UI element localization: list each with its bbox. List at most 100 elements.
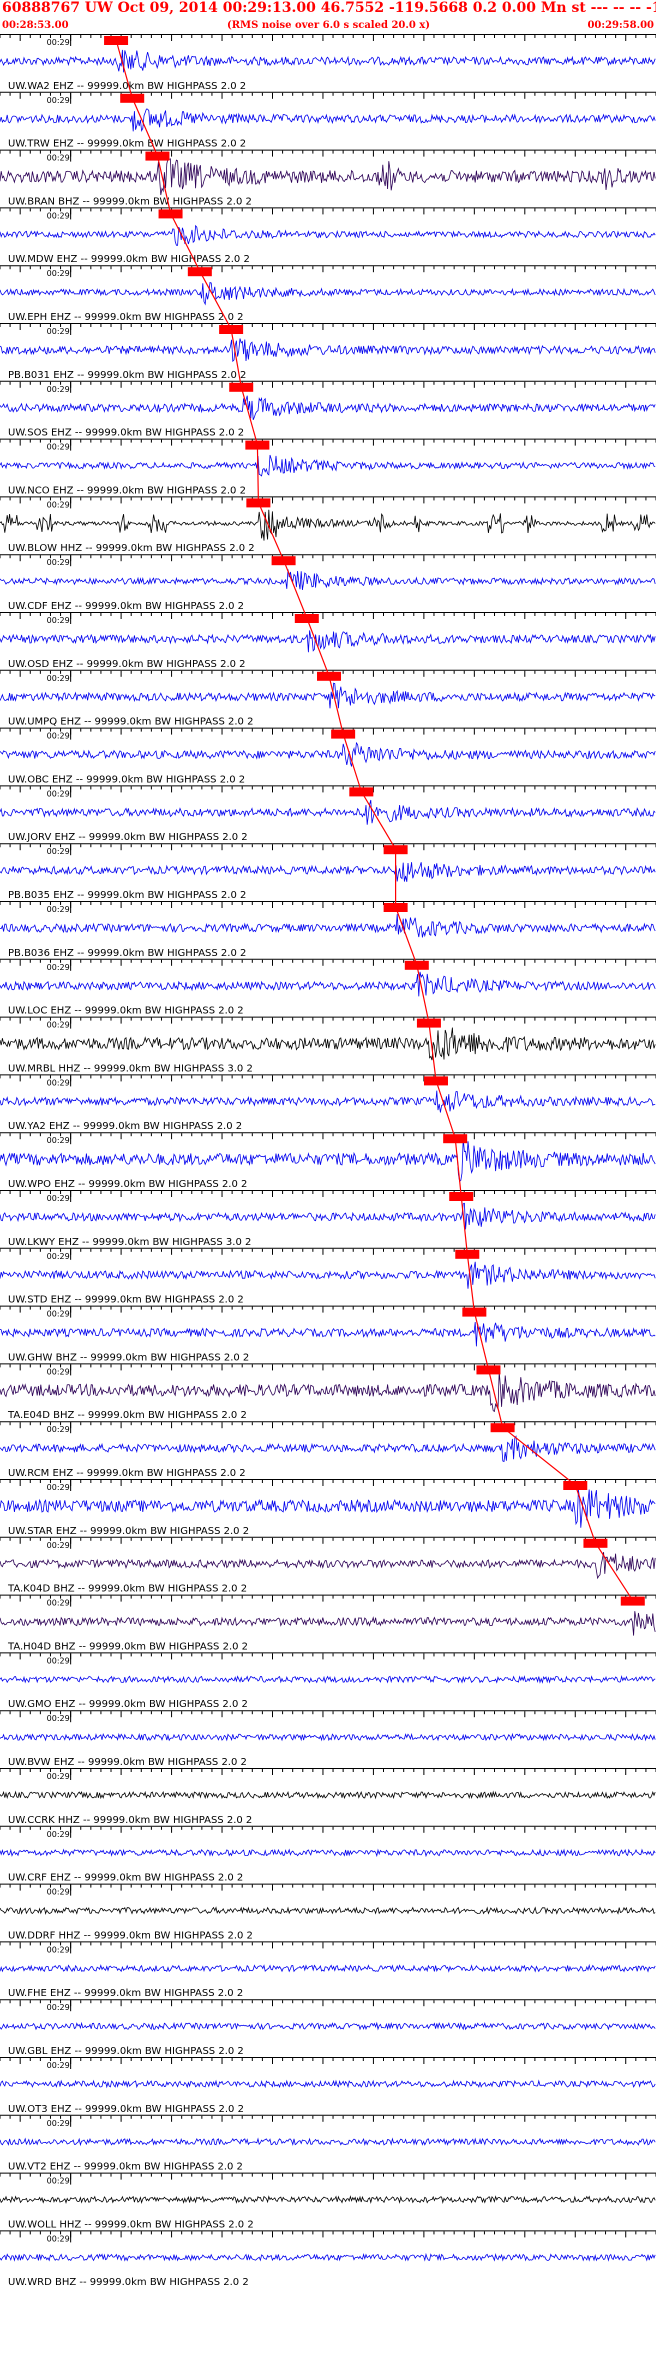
trace-ta-e04d: 00:29 TA.E04D BHZ -- 99999.0km BW HIGHPAS… <box>0 1363 656 1421</box>
trace-uw-loc: 00:29 UW.LOC EHZ -- 99999.0km BW HIGHPASS… <box>0 958 656 1017</box>
waveform <box>0 630 656 653</box>
minute-marker-label: 00:29 <box>47 96 70 105</box>
waveform <box>0 1489 656 1528</box>
minute-marker-label: 00:29 <box>47 269 70 278</box>
trace-uw-blow: 00:29 UW.BLOW HHZ -- 99999.0km BW HIGHPAS… <box>0 496 656 554</box>
minute-marker-label: 00:29 <box>47 674 70 683</box>
waveform <box>0 1261 656 1289</box>
trace-uw-std: 00:29 UW.STD EHZ -- 99999.0km BW HIGHPASS… <box>0 1247 656 1306</box>
station-label: UW.WPO EHZ -- 99999.0km BW HIGHPASS 2.0 … <box>8 1179 247 1190</box>
minute-marker-label: 00:29 <box>47 154 70 163</box>
trace-uw-bvw: 00:29 UW.BVW EHZ -- 99999.0km BW HIGHPASS… <box>0 1710 656 1768</box>
waveform <box>0 157 656 196</box>
minute-marker-label: 00:29 <box>47 1772 70 1781</box>
trace-uw-osd: 00:29 UW.OSD EHZ -- 99999.0km BW HIGHPASS… <box>0 612 656 670</box>
minute-marker-label: 00:29 <box>47 1078 70 1087</box>
waveform <box>0 1790 656 1800</box>
waveform <box>0 1202 656 1230</box>
trace-uw-umpq: 00:29 UW.UMPQ EHZ -- 99999.0km BW HIGHPAS… <box>0 669 656 728</box>
trace-uw-fhe: 00:29 UW.FHE EHZ -- 99999.0km BW HIGHPASS… <box>0 1941 656 1999</box>
minute-marker-label: 00:29 <box>47 327 70 336</box>
station-label: UW.VT2 EHZ -- 99999.0km BW HIGHPASS 2.0 … <box>8 2162 243 2173</box>
minute-marker-label: 00:29 <box>47 1252 70 1261</box>
event-title: 60888767 UW Oct 09, 2014 00:29:13.00 46.… <box>2 0 656 16</box>
minute-marker-label: 00:29 <box>47 1136 70 1145</box>
trace-uw-mdw: 00:29 UW.MDW EHZ -- 99999.0km BW HIGHPASS… <box>0 207 656 265</box>
station-label: UW.WOLL HHZ -- 99999.0km BW HIGHPASS 2.0… <box>8 2219 254 2230</box>
minute-marker-label: 00:29 <box>47 1194 70 1203</box>
waveform <box>0 1963 656 1973</box>
waveform <box>0 569 656 591</box>
minute-marker-label: 00:29 <box>47 1714 70 1723</box>
minute-marker-label: 00:29 <box>47 558 70 567</box>
trace-uw-crf: 00:29 UW.CRF EHZ -- 99999.0km BW HIGHPASS… <box>0 1825 656 1884</box>
station-label: UW.WRD BHZ -- 99999.0km BW HIGHPASS 2.0 … <box>8 2277 249 2288</box>
station-label: UW.GHW BHZ -- 99999.0km BW HIGHPASS 2.0 … <box>8 1352 249 1363</box>
minute-marker-label: 00:29 <box>47 732 70 741</box>
waveform <box>0 1552 656 1580</box>
waveform <box>0 799 656 825</box>
minute-marker-label: 00:29 <box>47 2119 70 2128</box>
waveform <box>0 2021 656 2031</box>
station-label: UW.WA2 EHZ -- 99999.0km BW HIGHPASS 2.0 … <box>8 81 246 92</box>
waveform <box>0 1611 656 1636</box>
minute-marker-label: 00:29 <box>47 1367 70 1376</box>
station-label: UW.DDRF HHZ -- 99999.0km BW HIGHPASS 2.0… <box>8 1930 253 1941</box>
minute-marker-label: 00:29 <box>47 1656 70 1665</box>
waveform <box>0 108 656 133</box>
trace-uw-trw: 00:29 UW.TRW EHZ -- 99999.0km BW HIGHPASS… <box>0 91 656 150</box>
trace-uw-wrd: 00:29 UW.WRD BHZ -- 99999.0km BW HIGHPASS… <box>0 2230 656 2288</box>
trace-uw-bran: 00:29 UW.BRAN BHZ -- 99999.0km BW HIGHPAS… <box>0 149 656 207</box>
waveform <box>0 1371 656 1413</box>
waveform <box>0 1321 656 1347</box>
station-label: UW.OSD EHZ -- 99999.0km BW HIGHPASS 2.0 … <box>8 659 246 670</box>
station-label: UW.OT3 EHZ -- 99999.0km BW HIGHPASS 2.0 … <box>8 2104 244 2115</box>
trace-uw-ddrf: 00:29 UW.DDRF HHZ -- 99999.0km BW HIGHPAS… <box>0 1883 656 1941</box>
station-label: TA.K04D BHZ -- 99999.0km BW HIGHPASS 2.0… <box>7 1584 247 1595</box>
minute-marker-label: 00:29 <box>47 1021 70 1030</box>
waveform <box>0 1906 656 1915</box>
waveform <box>0 395 656 420</box>
waveform <box>0 338 656 363</box>
station-label: PB.B036 EHZ -- 99999.0km BW HIGHPASS 2.0… <box>8 948 246 959</box>
waveform <box>0 682 656 709</box>
waveform <box>0 224 656 246</box>
minute-marker-label: 00:29 <box>47 385 70 394</box>
trace-uw-obc: 00:29 UW.OBC EHZ -- 99999.0km BW HIGHPASS… <box>0 727 656 785</box>
minute-marker-label: 00:29 <box>47 1425 70 1434</box>
record-header: 60888767 UW Oct 09, 2014 00:29:13.00 46.… <box>0 0 656 34</box>
trace-uw-wa2: 00:29 UW.WA2 EHZ -- 99999.0km BW HIGHPASS… <box>0 34 656 92</box>
station-label: TA.H04D BHZ -- 99999.0km BW HIGHPASS 2.0… <box>7 1641 248 1652</box>
minute-marker-label: 00:29 <box>47 1830 70 1839</box>
station-label: UW.MRBL HHZ -- 99999.0km BW HIGHPASS 3.0… <box>8 1063 253 1074</box>
station-label: UW.GMO EHZ -- 99999.0km BW HIGHPASS 2.0 … <box>8 1699 248 1710</box>
station-label: UW.JORV EHZ -- 99999.0km BW HIGHPASS 2.0… <box>8 832 248 843</box>
minute-marker-label: 00:29 <box>47 500 70 509</box>
station-label: UW.RCM EHZ -- 99999.0km BW HIGHPASS 2.0 … <box>8 1468 246 1479</box>
waveform <box>0 1027 656 1061</box>
waveform <box>0 2137 656 2147</box>
trace-uw-ya2: 00:29 UW.YA2 EHZ -- 99999.0km BW HIGHPASS… <box>0 1074 656 1132</box>
waveform <box>0 1090 656 1113</box>
minute-marker-label: 00:29 <box>47 963 70 972</box>
waveform <box>0 1848 656 1858</box>
minute-marker-label: 00:29 <box>47 1888 70 1897</box>
station-label: UW.UMPQ EHZ -- 99999.0km BW HIGHPASS 2.0… <box>8 717 253 728</box>
waveform <box>0 1732 656 1742</box>
trace-uw-nco: 00:29 UW.NCO EHZ -- 99999.0km BW HIGHPASS… <box>0 438 656 496</box>
station-label: UW.TRW EHZ -- 99999.0km BW HIGHPASS 2.0 … <box>8 139 246 150</box>
minute-marker-label: 00:29 <box>47 2061 70 2070</box>
minute-marker-label: 00:29 <box>47 616 70 625</box>
trace-uw-wpo: 00:29 UW.WPO EHZ -- 99999.0km BW HIGHPASS… <box>0 1132 656 1190</box>
station-label: UW.EPH EHZ -- 99999.0km BW HIGHPASS 2.0 … <box>8 312 243 323</box>
station-label: TA.E04D BHZ -- 99999.0km BW HIGHPASS 2.0… <box>7 1410 247 1421</box>
trace-uw-lkwy: 00:29 UW.LKWY EHZ -- 99999.0km BW HIGHPAS… <box>0 1190 656 1248</box>
waveform <box>0 971 656 997</box>
station-label: UW.BRAN BHZ -- 99999.0km BW HIGHPASS 2.0… <box>8 196 252 207</box>
trace-uw-star: 00:29 UW.STAR EHZ -- 99999.0km BW HIGHPAS… <box>0 1479 656 1537</box>
minute-marker-label: 00:29 <box>47 1483 70 1492</box>
waveform <box>0 2079 656 2089</box>
station-label: UW.LKWY EHZ -- 99999.0km BW HIGHPASS 3.0… <box>8 1237 251 1248</box>
waveform <box>0 914 656 938</box>
waveform <box>0 862 656 882</box>
